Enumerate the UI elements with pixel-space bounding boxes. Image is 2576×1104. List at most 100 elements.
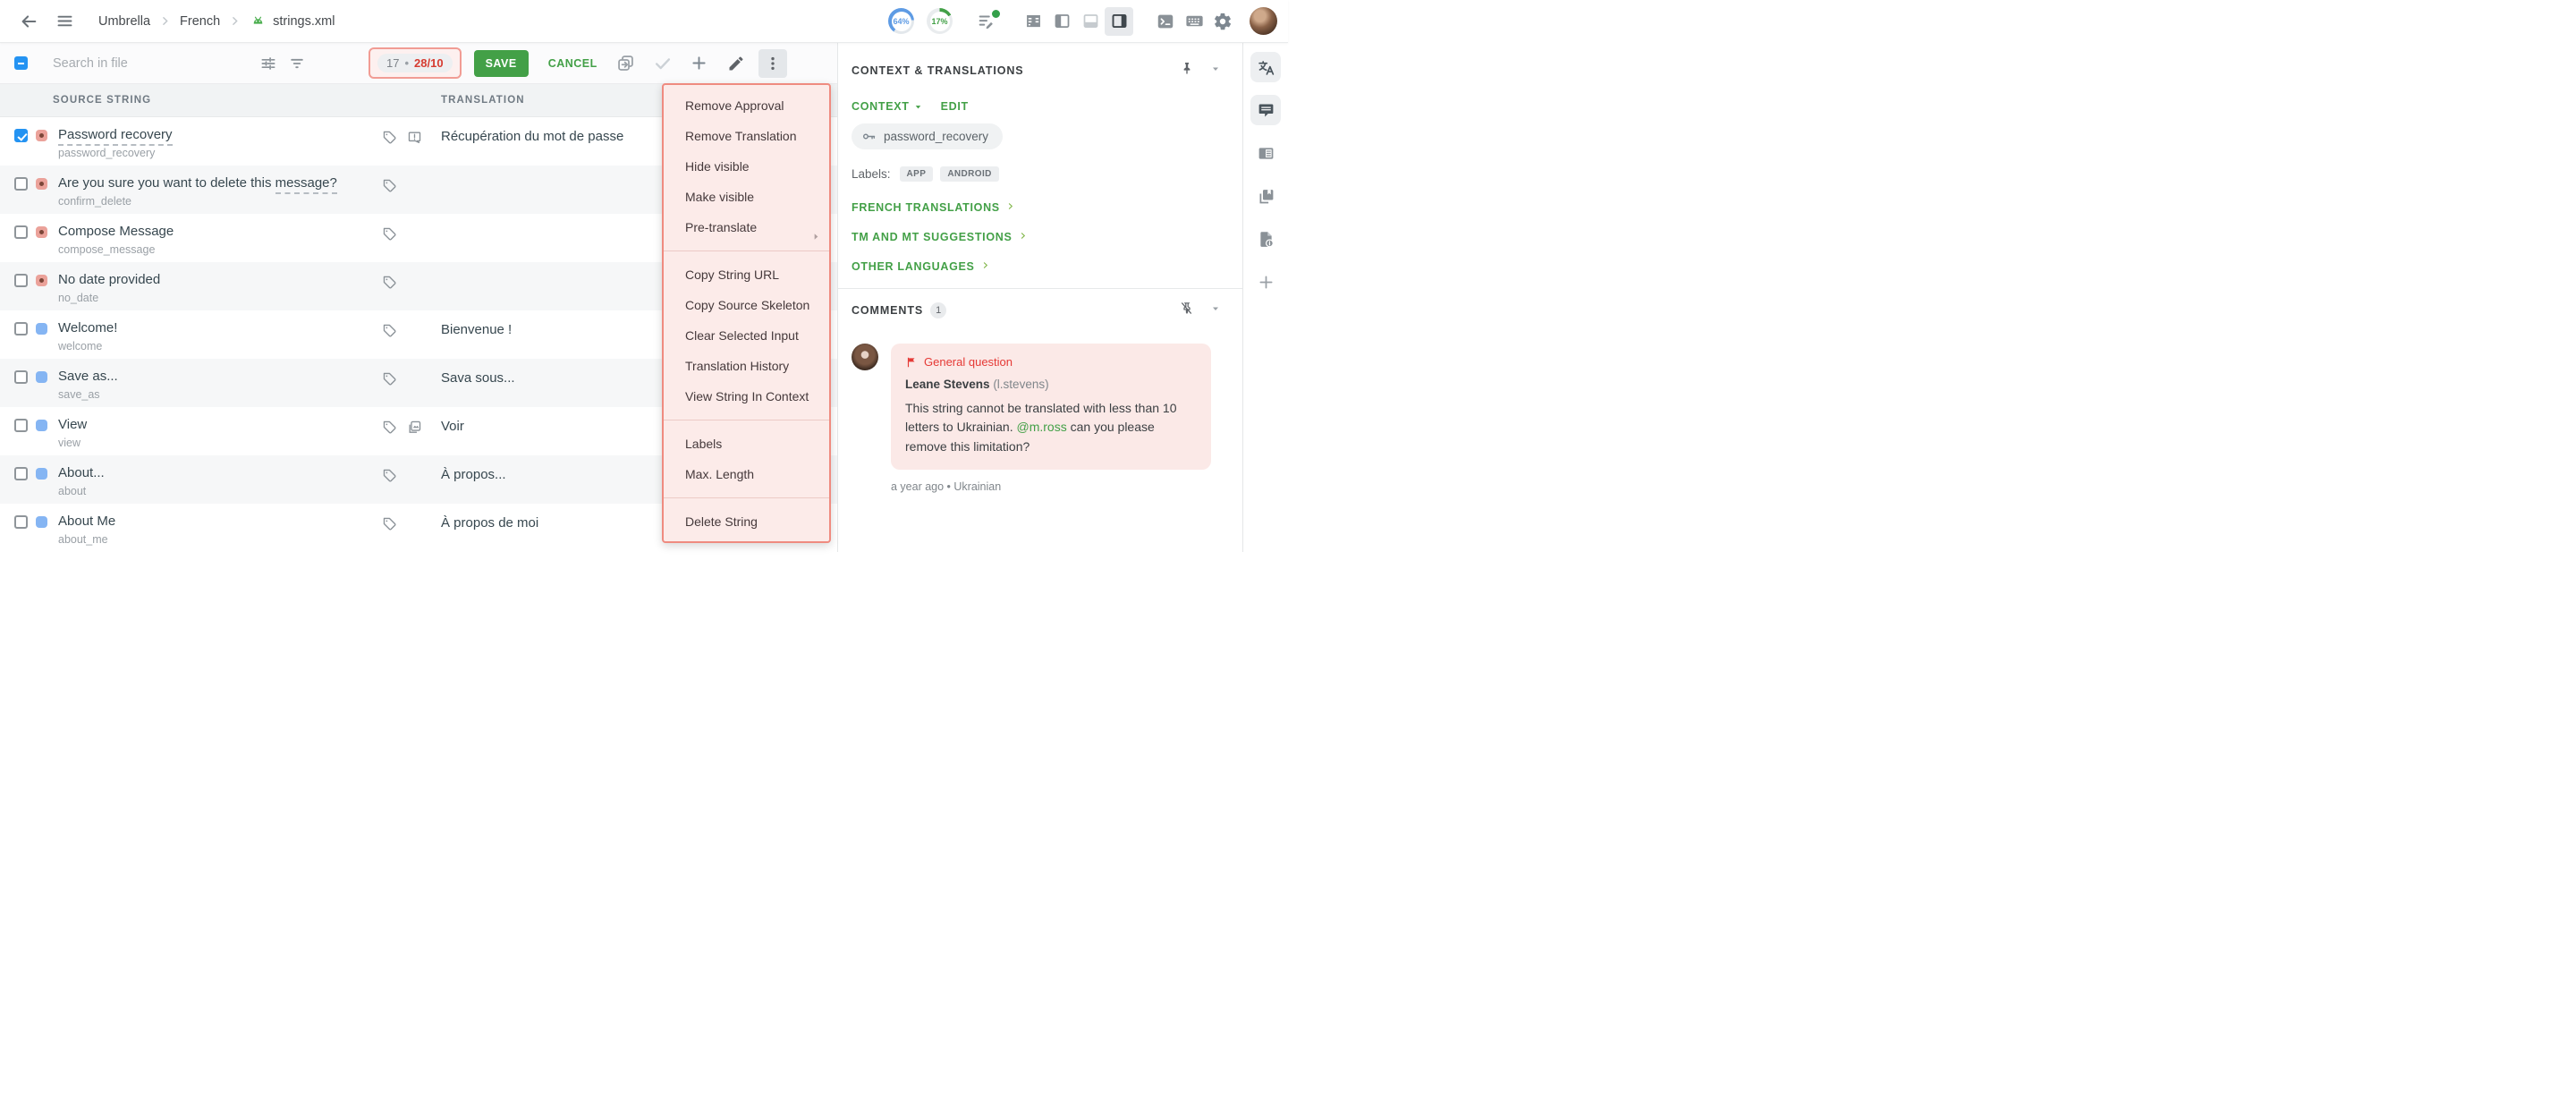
translation-text[interactable]: À propos...	[441, 467, 506, 482]
copy-source-icon[interactable]	[612, 49, 640, 78]
row-checkbox[interactable]	[14, 467, 28, 480]
menu-item-pre-translate[interactable]: Pre-translate	[664, 212, 829, 242]
add-panel-icon[interactable]	[1250, 267, 1281, 297]
right-panel-view-icon[interactable]	[1105, 7, 1133, 36]
row-checkbox[interactable]	[14, 515, 28, 529]
breadcrumb-file-label: strings.xml	[273, 14, 335, 29]
edit-context-link[interactable]: EDIT	[941, 100, 969, 113]
comments-icon[interactable]	[1250, 95, 1281, 125]
comments-collapse-chevron-icon[interactable]	[1210, 302, 1221, 318]
breadcrumb-file[interactable]: strings.xml	[250, 13, 335, 30]
menu-item-copy-string-url[interactable]: Copy String URL	[664, 259, 829, 290]
kebab-menu-icon[interactable]	[758, 49, 787, 78]
tag-icon	[382, 130, 397, 145]
glossary-pages-icon[interactable]	[1250, 181, 1281, 211]
flag-icon	[905, 356, 918, 369]
context-card-icon[interactable]	[1250, 138, 1281, 168]
menu-item-delete-string[interactable]: Delete String	[664, 506, 829, 537]
string-status-dot	[36, 468, 47, 480]
string-key: welcome	[58, 340, 117, 352]
comment-body: This string cannot be translated with le…	[905, 399, 1197, 456]
screenshot-icon	[407, 420, 422, 435]
source-string-column-header: SOURCE STRING	[53, 95, 151, 106]
string-key-pill[interactable]: password_recovery	[852, 123, 1003, 149]
bottom-panel-view-icon[interactable]	[1076, 7, 1105, 36]
string-status-dot	[36, 226, 47, 238]
menu-item-copy-source-skeleton[interactable]: Copy Source Skeleton	[664, 290, 829, 320]
select-all-checkbox[interactable]	[14, 56, 28, 70]
translated-progress-ring[interactable]: 64%	[888, 8, 914, 34]
source-string-text: Save as...	[58, 369, 118, 384]
breadcrumb-project[interactable]: Umbrella	[98, 14, 150, 29]
comment-meta: a year ago • Ukrainian	[891, 480, 1221, 493]
hamburger-menu-icon[interactable]	[50, 7, 79, 36]
edit-list-icon[interactable]	[972, 7, 1001, 36]
menu-item-view-string-in-context[interactable]: View String In Context	[664, 381, 829, 412]
row-checkbox[interactable]	[14, 322, 28, 335]
breadcrumb-language[interactable]: French	[180, 14, 220, 29]
translation-text[interactable]: Bienvenue !	[441, 322, 512, 337]
string-status-dot	[36, 323, 47, 335]
menu-item-labels[interactable]: Labels	[664, 429, 829, 459]
menu-item-max-length[interactable]: Max. Length	[664, 459, 829, 489]
translation-column-header: TRANSLATION	[441, 95, 525, 106]
section-toggle-other-languages[interactable]: OTHER LANGUAGES	[852, 259, 1221, 275]
menu-item-remove-translation[interactable]: Remove Translation	[664, 121, 829, 151]
source-string-text: Password recovery	[58, 127, 173, 142]
chevron-right-icon	[229, 15, 241, 27]
keyboard-icon[interactable]	[1180, 7, 1208, 36]
comment-author-avatar[interactable]	[852, 344, 878, 370]
menu-item-translation-history[interactable]: Translation History	[664, 351, 829, 381]
terminal-icon[interactable]	[1151, 7, 1180, 36]
search-input[interactable]: Search in file	[53, 56, 254, 71]
source-string-text: About...	[58, 465, 105, 480]
comment-item: General question Leane Stevens (l.steven…	[852, 344, 1221, 470]
pin-icon[interactable]	[1180, 61, 1194, 80]
label-pill-android[interactable]: ANDROID	[940, 166, 998, 182]
translation-text[interactable]: Sava sous...	[441, 370, 515, 386]
labels-row: Labels: APPANDROID	[852, 166, 1221, 182]
tune-icon[interactable]	[254, 49, 283, 78]
filter-icon[interactable]	[283, 49, 311, 78]
back-icon[interactable]	[14, 7, 43, 36]
add-string-icon[interactable]	[685, 49, 714, 78]
user-avatar[interactable]	[1250, 7, 1277, 35]
section-toggle-tm-and-mt-suggestions[interactable]: TM AND MT SUGGESTIONS	[852, 229, 1221, 245]
translation-text[interactable]: À propos de moi	[441, 515, 538, 531]
save-button[interactable]: SAVE	[474, 50, 529, 77]
menu-item-remove-approval[interactable]: Remove Approval	[664, 90, 829, 121]
issue-comment-icon	[407, 130, 422, 145]
panel-collapse-chevron-icon[interactable]	[1210, 63, 1221, 79]
approve-check-icon[interactable]	[648, 49, 677, 78]
user-mention[interactable]: @m.ross	[1017, 420, 1067, 434]
translation-text[interactable]: Récupération du mot de passe	[441, 129, 623, 144]
edit-pencil-icon[interactable]	[722, 49, 750, 78]
row-checkbox[interactable]	[14, 274, 28, 287]
row-checkbox[interactable]	[14, 129, 28, 142]
left-panel-view-icon[interactable]	[1047, 7, 1076, 36]
translation-text[interactable]: Voir	[441, 419, 464, 434]
menu-item-clear-selected-input[interactable]: Clear Selected Input	[664, 320, 829, 351]
row-checkbox[interactable]	[14, 419, 28, 432]
approved-progress-ring[interactable]: 17%	[927, 8, 953, 34]
pin-off-icon[interactable]	[1179, 301, 1194, 320]
grid-view-icon[interactable]	[1019, 7, 1047, 36]
row-checkbox[interactable]	[14, 370, 28, 384]
row-checkbox[interactable]	[14, 225, 28, 239]
breadcrumb: Umbrella French strings.xml	[98, 13, 335, 30]
cancel-button[interactable]: CANCEL	[548, 57, 597, 70]
section-toggle-french-translations[interactable]: FRENCH TRANSLATIONS	[852, 200, 1221, 216]
menu-item-hide-visible[interactable]: Hide visible	[664, 151, 829, 182]
panel-title: CONTEXT & TRANSLATIONS	[852, 64, 1023, 77]
source-string-text: View	[58, 417, 87, 432]
settings-gear-icon[interactable]	[1208, 7, 1237, 36]
row-checkbox[interactable]	[14, 177, 28, 191]
translate-icon[interactable]	[1250, 52, 1281, 82]
submenu-chevron-icon	[811, 222, 821, 252]
context-dropdown[interactable]: CONTEXT	[852, 100, 923, 113]
string-status-dot	[36, 420, 47, 431]
label-pill-app[interactable]: APP	[900, 166, 934, 182]
file-info-icon[interactable]	[1250, 224, 1281, 254]
menu-item-make-visible[interactable]: Make visible	[664, 182, 829, 212]
comment-author-name[interactable]: Leane Stevens	[905, 378, 990, 391]
